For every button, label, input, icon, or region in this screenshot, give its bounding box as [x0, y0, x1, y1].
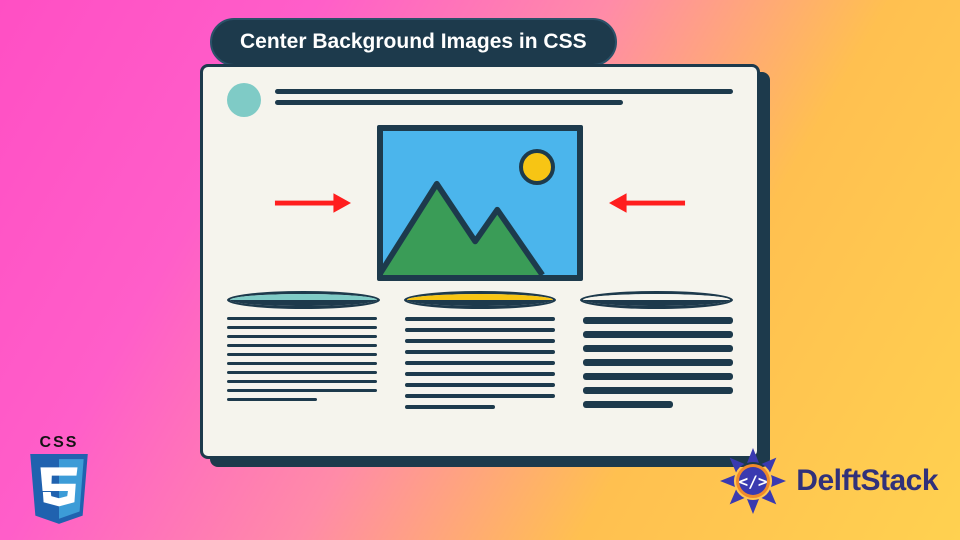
page-mockup: [200, 64, 760, 459]
lens-ornament: [227, 291, 380, 309]
text-line: [405, 405, 495, 409]
title-text: Center Background Images in CSS: [240, 30, 587, 53]
mandala-icon: </>: [718, 446, 788, 516]
text-line: [227, 317, 377, 320]
text-line: [583, 317, 733, 324]
text-line: [405, 328, 555, 332]
lens-ornament: [580, 291, 733, 309]
text-line: [227, 389, 377, 392]
text-line: [227, 362, 377, 365]
text-line: [405, 394, 555, 398]
divider-row: [227, 291, 733, 309]
avatar-placeholder: [227, 83, 261, 117]
subheading-line: [275, 100, 623, 105]
centered-image: [377, 125, 583, 281]
text-line: [227, 380, 377, 383]
brand-name: DelftStack: [796, 464, 938, 498]
text-line: [227, 353, 377, 356]
mockup-header: [227, 83, 733, 117]
arrow-left-icon: [609, 189, 687, 217]
text-line: [405, 339, 555, 343]
header-lines: [275, 89, 733, 111]
css3-shield-icon: [22, 454, 96, 528]
text-columns: [227, 317, 733, 416]
column-thin: [227, 317, 377, 416]
mountains-icon: [383, 131, 577, 275]
text-line: [405, 372, 555, 376]
arrow-right-icon: [273, 189, 351, 217]
text-line: [227, 398, 317, 401]
text-line: [227, 326, 377, 329]
svg-text:</>: </>: [739, 472, 768, 491]
hero-row: [227, 125, 733, 281]
text-line: [583, 331, 733, 338]
text-line: [583, 373, 733, 380]
text-line: [227, 371, 377, 374]
css3-label: CSS: [22, 434, 96, 452]
delftstack-logo: </> DelftStack: [718, 446, 938, 516]
column-thick: [583, 317, 733, 416]
heading-line: [275, 89, 733, 94]
text-line: [583, 387, 733, 394]
text-line: [583, 401, 673, 408]
column-medium: [405, 317, 555, 416]
text-line: [583, 345, 733, 352]
text-line: [227, 335, 377, 338]
text-line: [405, 350, 555, 354]
css3-logo: CSS: [22, 434, 96, 528]
text-line: [583, 359, 733, 366]
text-line: [405, 317, 555, 321]
text-line: [227, 344, 377, 347]
text-line: [405, 361, 555, 365]
text-line: [405, 383, 555, 387]
lens-ornament: [404, 291, 557, 309]
title-badge: Center Background Images in CSS: [210, 18, 617, 66]
